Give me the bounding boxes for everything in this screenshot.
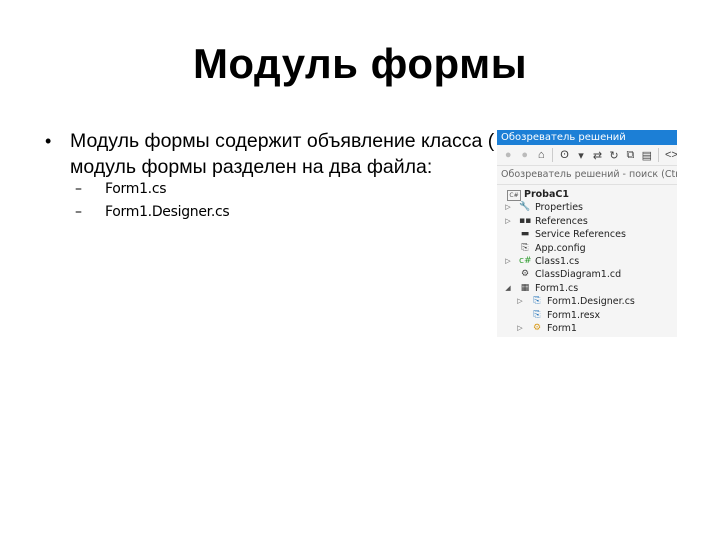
tree-node[interactable]: ▷ ⚙ Form1	[497, 322, 677, 335]
tree-node[interactable]: C# ProbaC1	[497, 188, 677, 201]
tree-node[interactable]: ▷ c# Class1.cs	[497, 255, 677, 268]
solution-tree: C# ProbaC1 ▷ 🔧 Properties ▷ ▪▪ References ▬ Servi…	[497, 185, 677, 335]
home-icon[interactable]: ⌂	[536, 149, 546, 161]
expand-arrow-icon[interactable]: ▷	[504, 255, 512, 268]
forward-icon[interactable]: ●	[519, 149, 529, 161]
panel-bottom-edge	[497, 337, 677, 340]
class-icon: ⚙	[532, 322, 542, 333]
tree-node-label: Form1	[547, 322, 577, 334]
csharp-project-icon: C#	[507, 190, 521, 201]
tree-node-label: ClassDiagram1.cd	[535, 269, 622, 281]
references-icon: ▪▪	[519, 215, 532, 226]
expand-arrow-icon[interactable]: ▷	[516, 295, 524, 308]
class-diagram-icon: ⚙	[520, 269, 530, 280]
tree-node[interactable]: ▷ ▪▪ References	[497, 215, 677, 228]
dropdown-icon[interactable]: ▾	[576, 149, 586, 162]
view-code-icon[interactable]: <>	[665, 149, 677, 161]
tree-node-label: Properties	[535, 202, 584, 214]
sync-icon[interactable]: ⇄	[592, 149, 602, 162]
resx-file-icon: ⎘	[533, 309, 541, 320]
tree-node[interactable]: ▬ Service References	[497, 228, 677, 241]
tree-node[interactable]: ⎘ App.config	[497, 242, 677, 255]
tree-node[interactable]: ⚙ ClassDiagram1.cd	[497, 268, 677, 281]
form-icon: ▦	[520, 282, 530, 293]
bullet-text: Модуль формы содержит объявление класса …	[70, 128, 494, 180]
tree-node-label: ProbaC1	[524, 189, 569, 200]
tree-node[interactable]: ▷ ⎘ Form1.Designer.cs	[497, 295, 677, 308]
solution-explorer-screenshot: Обозреватель решений ● ● ⌂ ʘ ▾ ⇄ ↻ ⧉ ▤ <> Обозрев…	[497, 130, 677, 340]
expand-arrow-icon[interactable]: ▷	[504, 201, 512, 214]
tree-node-label: Form1.cs	[535, 282, 579, 294]
show-all-files-icon[interactable]: ▤	[642, 149, 652, 162]
expand-arrow-icon[interactable]: ▷	[504, 215, 512, 228]
designer-file-icon: ⎘	[533, 296, 541, 307]
csharp-file-icon: c#	[519, 255, 532, 266]
tree-node[interactable]: ◢ ▦ Form1.cs	[497, 282, 677, 295]
expand-arrow-icon[interactable]: ▷	[516, 322, 524, 335]
pending-changes-icon[interactable]: ʘ	[559, 149, 569, 161]
solution-explorer-search[interactable]: Обозреватель решений - поиск (Ctrl+;)	[497, 166, 677, 185]
tree-node-label: Service References	[535, 229, 626, 241]
toolbar-separator	[552, 148, 554, 162]
wrench-icon: 🔧	[519, 202, 531, 213]
tree-node[interactable]: ▷ 🔧 Properties	[497, 201, 677, 214]
folder-icon: ▬	[520, 229, 530, 240]
tree-node-label: App.config	[535, 242, 586, 254]
solution-explorer-title: Обозреватель решений	[497, 130, 677, 145]
refresh-icon[interactable]: ↻	[609, 149, 619, 162]
collapse-arrow-icon[interactable]: ◢	[504, 282, 512, 295]
bullet-dot-icon: •	[45, 131, 52, 151]
toolbar-separator	[658, 148, 659, 162]
back-icon[interactable]: ●	[503, 149, 513, 161]
dash-icon: –	[75, 181, 82, 197]
slide-title: Модуль формы	[192, 40, 528, 87]
tree-node[interactable]: ⎘ Form1.resx	[497, 309, 677, 322]
dash-icon: –	[75, 204, 82, 220]
tree-node-label: Form1.resx	[547, 309, 601, 321]
config-file-icon: ⎘	[521, 242, 529, 253]
tree-node-label: Form1.Designer.cs	[547, 296, 635, 308]
solution-explorer-toolbar: ● ● ⌂ ʘ ▾ ⇄ ↻ ⧉ ▤ <>	[497, 145, 677, 166]
collapse-all-icon[interactable]: ⧉	[625, 149, 635, 162]
sub-item-text: Form1.Designer.cs	[105, 204, 230, 220]
bullet-line-1: Модуль формы содержит объявление класса …	[70, 130, 495, 152]
tree-node-label: References	[535, 215, 588, 227]
bullet-line-2: модуль формы разделен на два файла:	[70, 156, 433, 178]
tree-node-label: Class1.cs	[535, 255, 580, 267]
sub-item-text: Form1.cs	[105, 181, 167, 197]
